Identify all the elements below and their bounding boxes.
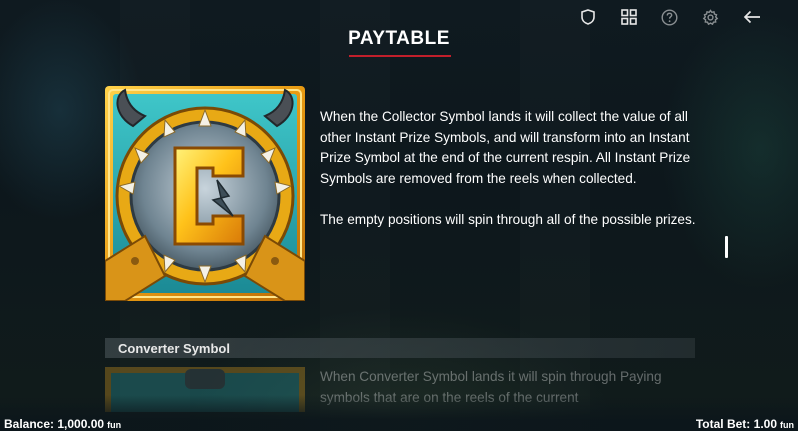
- total-bet-value: 1.00: [753, 417, 777, 431]
- grid-icon[interactable]: [608, 6, 649, 28]
- total-bet-label: Total Bet:: [695, 417, 751, 431]
- balance-label: Balance:: [4, 417, 55, 431]
- scrollbar-thumb[interactable]: [725, 236, 728, 258]
- collector-symbol-icon: [104, 86, 306, 302]
- total-bet-display: Total Bet: 1.00 fun: [696, 417, 794, 431]
- balance-unit: fun: [107, 420, 122, 430]
- balance-display: Balance: 1,000.00 fun: [4, 417, 121, 431]
- title-underline: [349, 55, 451, 57]
- total-bet-unit: fun: [780, 420, 794, 430]
- settings-icon[interactable]: [690, 6, 731, 28]
- collector-description: When the Collector Symbol lands it will …: [320, 107, 705, 230]
- back-arrow-icon[interactable]: [731, 6, 772, 28]
- page-title: PAYTABLE: [348, 28, 450, 49]
- top-toolbar: [567, 6, 772, 28]
- collector-paragraph: The empty positions will spin through al…: [320, 211, 696, 227]
- collector-paragraph: When the Collector Symbol lands it will …: [320, 109, 691, 186]
- section-title: Converter Symbol: [118, 341, 230, 356]
- shield-icon[interactable]: [567, 6, 608, 28]
- help-icon[interactable]: [649, 6, 690, 28]
- balance-value: 1,000.00: [57, 417, 105, 431]
